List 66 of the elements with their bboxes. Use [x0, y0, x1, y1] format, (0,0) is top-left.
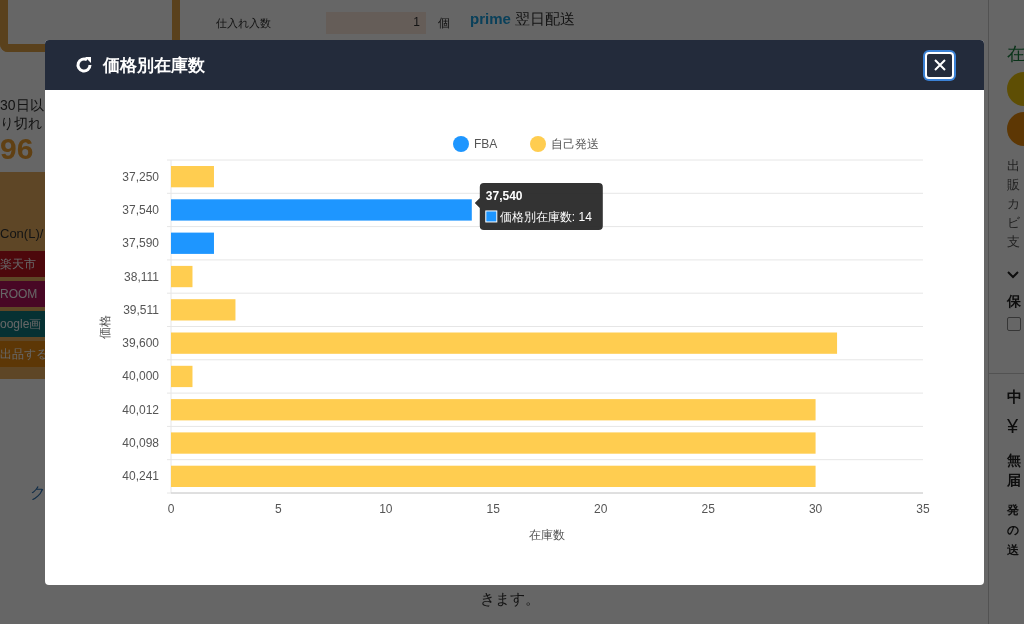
bar[interactable] — [171, 432, 816, 454]
tooltip-label: 価格別在庫数: 14 — [499, 209, 592, 224]
legend-dot[interactable] — [530, 136, 546, 152]
axis-title: 価格 — [98, 314, 112, 339]
tick-label: 25 — [701, 502, 715, 516]
shipping-text: 翌日配送 — [515, 10, 576, 27]
info-text: 支 — [1007, 233, 1021, 251]
summary-text: 30日以 — [0, 96, 45, 114]
legend-label[interactable]: 自己発送 — [551, 137, 599, 151]
tooltip-title: 37,540 — [485, 188, 523, 203]
sell-rate: 96 — [0, 132, 35, 166]
warranty-heading: 保 — [1007, 293, 1022, 311]
note-text: の — [1007, 522, 1020, 539]
bar[interactable] — [171, 265, 193, 288]
axis-label: 37,250 — [122, 169, 159, 184]
modal-title: 価格別在庫数 — [103, 54, 205, 77]
panel-label: Con(L)/ — [0, 226, 44, 241]
delivery-text: 無 — [1007, 451, 1022, 470]
refresh-icon — [75, 56, 93, 74]
unit-label: 個 — [438, 14, 450, 32]
price-text: ¥ — [1007, 415, 1020, 438]
field-label: 仕入れ入数 — [216, 15, 272, 31]
axis-label: 40,098 — [122, 436, 159, 451]
bar[interactable] — [171, 332, 838, 354]
series-swatch — [485, 210, 498, 223]
tick-label: 10 — [379, 502, 393, 516]
axis-label: 40,012 — [122, 402, 159, 417]
delivery-text: 届 — [1007, 471, 1022, 490]
legend-dot[interactable] — [453, 136, 469, 152]
tick-label: 20 — [594, 502, 608, 516]
axis-label: 40,241 — [122, 469, 159, 484]
bar[interactable] — [171, 232, 214, 254]
note-text: 発 — [1007, 502, 1020, 519]
tick-label: 30 — [808, 502, 823, 516]
axis-label: 39,511 — [123, 302, 159, 317]
info-text: ビ — [1007, 214, 1021, 232]
bar[interactable] — [171, 399, 816, 421]
axis-label: 37,540 — [122, 202, 159, 217]
description-text: きます。 — [480, 589, 540, 609]
bar[interactable] — [171, 199, 472, 221]
tick-label: 5 — [275, 502, 282, 516]
close-icon — [932, 58, 947, 72]
tick-label: 35 — [916, 502, 930, 516]
axis-label: 40,000 — [122, 369, 159, 384]
axis-label: 39,600 — [122, 336, 159, 351]
bar[interactable] — [171, 299, 236, 321]
tick-label: 15 — [486, 502, 500, 516]
prime-label: prime — [470, 10, 511, 27]
legend-label[interactable]: FBA — [474, 137, 498, 151]
bar[interactable] — [171, 365, 193, 388]
note-text: 送 — [1007, 542, 1020, 559]
stock-text: 在 — [1007, 43, 1024, 66]
close-button[interactable] — [925, 51, 954, 79]
offer-heading: 中 — [1007, 388, 1023, 407]
axis-title: 在庫数 — [529, 528, 565, 542]
chevron-icon[interactable] — [1007, 271, 1019, 279]
info-text: カ — [1007, 195, 1021, 213]
checkbox[interactable] — [1007, 317, 1021, 331]
summary-text: り切れ — [0, 114, 43, 132]
info-text: 販 — [1007, 176, 1021, 194]
axis-label: 38,111 — [124, 269, 159, 284]
bar[interactable] — [171, 166, 214, 188]
axis-label: 37,590 — [122, 236, 159, 251]
info-text: 出 — [1007, 157, 1021, 175]
bar[interactable] — [171, 465, 816, 487]
tick-label: 0 — [167, 502, 175, 516]
